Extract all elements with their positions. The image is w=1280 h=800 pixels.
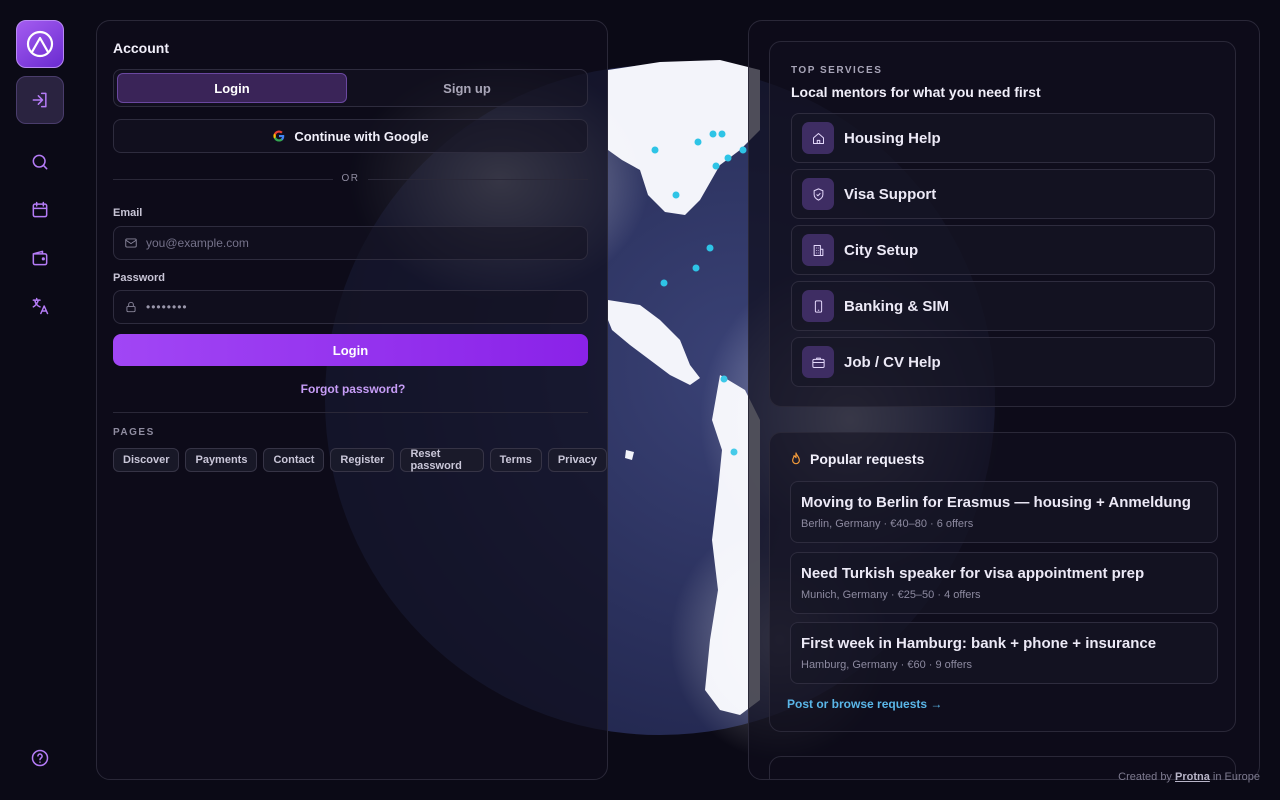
service-label: Job / CV Help <box>844 353 941 371</box>
google-signin-label: Continue with Google <box>294 128 429 144</box>
request-meta: Munich, Germany · €25–50 · 4 offers <box>801 589 981 601</box>
request-item[interactable]: Need Turkish speaker for visa appointmen… <box>790 552 1218 614</box>
pages-title: PAGES <box>113 427 155 438</box>
password-label: Password <box>113 272 165 284</box>
service-label: Housing Help <box>844 129 941 147</box>
request-title: Need Turkish speaker for visa appointmen… <box>801 565 1145 582</box>
wallet-icon <box>32 250 48 266</box>
footer-brand-link[interactable]: Protna <box>1175 771 1210 783</box>
service-city-setup[interactable]: City Setup <box>791 225 1215 275</box>
shield-icon <box>813 187 823 201</box>
top-services-card: TOP SERVICES Local mentors for what you … <box>769 41 1236 407</box>
page-link-discover[interactable]: Discover <box>113 448 180 472</box>
service-banking-sim[interactable]: Banking & SIM <box>791 281 1215 331</box>
service-housing-help[interactable]: Housing Help <box>791 113 1215 163</box>
footer-prefix: Created by <box>1118 771 1172 783</box>
help-icon <box>31 749 49 767</box>
building-icon <box>813 244 823 256</box>
page-link-payments[interactable]: Payments <box>185 448 258 472</box>
mail-icon <box>125 238 137 248</box>
email-label: Email <box>113 207 143 219</box>
popular-requests-card: Popular requests Moving to Berlin for Er… <box>769 432 1236 732</box>
left-rail <box>0 0 80 800</box>
sign-in-button[interactable] <box>16 76 64 124</box>
auth-mode-tabs: Login Sign up <box>113 69 588 107</box>
or-divider: OR <box>113 171 588 187</box>
account-title: Account <box>113 40 169 56</box>
google-icon <box>273 130 285 142</box>
service-job-cv-help[interactable]: Job / CV Help <box>791 337 1215 387</box>
services-kicker: TOP SERVICES <box>791 65 883 76</box>
forgot-password-link[interactable]: Forgot password? <box>97 382 609 396</box>
sign-in-icon <box>32 92 47 108</box>
pages-links: Discover Payments Contact Register Reset… <box>113 448 607 472</box>
page-link-reset-password[interactable]: Reset password <box>400 448 484 472</box>
popular-header: Popular requests <box>788 451 924 467</box>
page-link-terms[interactable]: Terms <box>489 448 542 472</box>
request-item[interactable]: Moving to Berlin for Erasmus — housing +… <box>790 481 1218 543</box>
page-link-privacy[interactable]: Privacy <box>547 448 607 472</box>
request-item[interactable]: First week in Hamburg: bank + phone + in… <box>790 622 1218 684</box>
service-label: Visa Support <box>844 185 937 203</box>
request-meta: Berlin, Germany · €40–80 · 6 offers <box>801 518 974 530</box>
flame-icon <box>792 452 800 465</box>
request-title: Moving to Berlin for Erasmus — housing +… <box>801 494 1191 511</box>
account-panel: Account Login Sign up Continue with Goog… <box>96 20 608 780</box>
page-link-contact[interactable]: Contact <box>263 448 325 472</box>
calendar-icon <box>32 201 48 218</box>
search-button[interactable] <box>16 138 64 186</box>
tab-login[interactable]: Login <box>117 73 347 103</box>
service-label: City Setup <box>844 241 919 259</box>
home-icon <box>812 132 824 144</box>
footer-suffix: in Europe <box>1212 771 1260 783</box>
password-field[interactable]: •••••••• <box>113 290 588 324</box>
lock-icon <box>126 301 136 313</box>
calendar-button[interactable] <box>16 186 64 234</box>
footer-credit: Created by Protna in Europe <box>1118 771 1260 783</box>
popular-title: Popular requests <box>810 451 925 467</box>
wallet-button[interactable] <box>16 234 64 282</box>
email-field[interactable]: you@example.com <box>113 226 588 260</box>
section-divider <box>113 412 588 413</box>
or-label: OR <box>341 173 360 184</box>
request-meta: Hamburg, Germany · €60 · 9 offers <box>801 659 972 671</box>
google-signin-button[interactable]: Continue with Google <box>113 119 588 153</box>
password-value: •••••••• <box>146 300 188 314</box>
service-label: Banking & SIM <box>844 297 950 315</box>
browse-requests-link[interactable]: Post or browse requests → <box>787 697 942 711</box>
app-logo[interactable] <box>16 20 64 68</box>
help-button[interactable] <box>16 734 64 782</box>
login-button[interactable]: Login <box>113 334 588 366</box>
briefcase-icon <box>811 357 825 368</box>
service-visa-support[interactable]: Visa Support <box>791 169 1215 219</box>
logo-mark-icon <box>26 30 54 58</box>
services-title: Local mentors for what you need first <box>791 84 1041 100</box>
page-link-register[interactable]: Register <box>330 448 395 472</box>
tab-signup[interactable]: Sign up <box>352 73 582 103</box>
translate-button[interactable] <box>16 282 64 330</box>
services-panel: TOP SERVICES Local mentors for what you … <box>748 20 1260 780</box>
translate-icon <box>32 297 49 315</box>
email-placeholder: you@example.com <box>146 236 249 250</box>
request-title: First week in Hamburg: bank + phone + in… <box>801 635 1157 652</box>
search-icon <box>32 154 48 170</box>
phone-icon <box>814 299 822 313</box>
